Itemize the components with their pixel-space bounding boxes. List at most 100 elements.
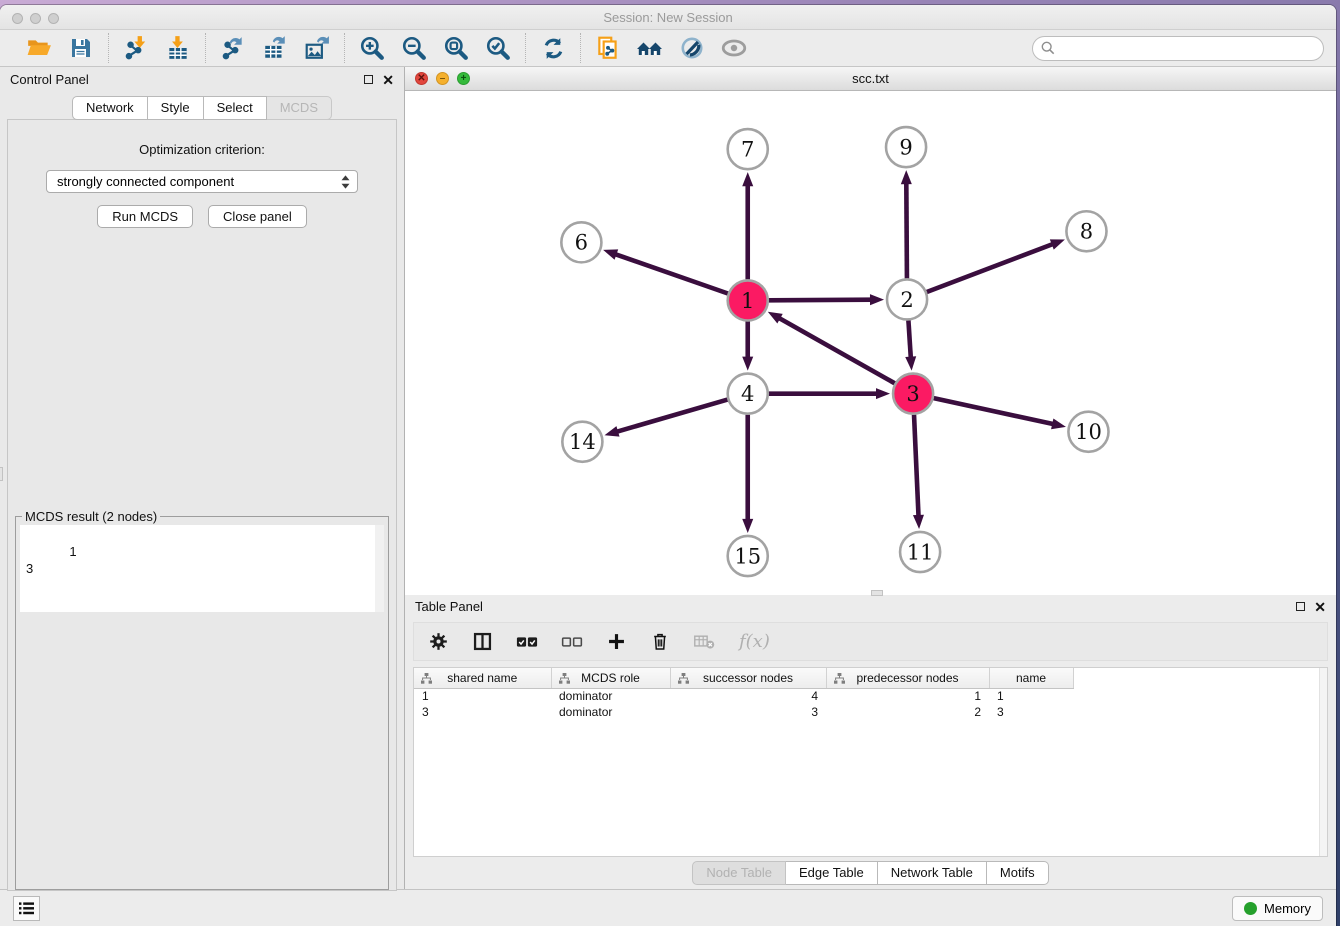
cell-predecessor[interactable]: 2	[826, 704, 989, 720]
network-minimize-button[interactable]: –	[436, 72, 449, 85]
zoom-out-button[interactable]	[400, 34, 428, 62]
close-table-panel-icon[interactable]: ✕	[1314, 602, 1326, 612]
close-window-button[interactable]	[12, 13, 23, 24]
tab-network-table[interactable]: Network Table	[878, 861, 987, 885]
import-network-button[interactable]	[122, 34, 150, 62]
column-header-shared-name[interactable]: shared name	[414, 668, 551, 688]
refresh-button[interactable]	[539, 34, 567, 62]
graph-edge-1-2[interactable]	[769, 300, 872, 301]
table-row[interactable]: 3dominator323	[414, 704, 1073, 720]
graph-edge-4-14[interactable]	[616, 400, 727, 432]
select-stepper-icon	[340, 174, 351, 190]
delete-column-button[interactable]	[650, 631, 670, 652]
graph-edge-2-3[interactable]	[908, 320, 910, 358]
hide-visibility-button[interactable]	[678, 34, 706, 62]
tab-edge-table[interactable]: Edge Table	[786, 861, 878, 885]
graph-node-6[interactable]: 6	[561, 222, 601, 262]
cell-name[interactable]: 1	[989, 688, 1073, 704]
tab-network[interactable]: Network	[72, 96, 148, 120]
task-history-button[interactable]	[13, 896, 40, 921]
close-panel-icon[interactable]: ✕	[382, 75, 394, 85]
graph-node-11[interactable]: 11	[900, 532, 940, 572]
column-header-successor-nodes[interactable]: successor nodes	[670, 668, 826, 688]
search-input[interactable]	[1060, 41, 1315, 55]
graph-edge-1-6[interactable]	[614, 254, 727, 294]
network-maximize-button[interactable]: +	[457, 72, 470, 85]
search-box[interactable]	[1032, 36, 1324, 61]
cell-name[interactable]: 3	[989, 704, 1073, 720]
split-columns-button[interactable]	[472, 631, 493, 652]
float-panel-icon[interactable]	[364, 75, 373, 84]
maximize-window-button[interactable]	[48, 13, 59, 24]
export-image-button[interactable]	[303, 34, 331, 62]
export-network-button[interactable]	[219, 34, 247, 62]
tab-style[interactable]: Style	[148, 96, 204, 120]
graph-edge-2-8[interactable]	[927, 244, 1054, 292]
cell-successor[interactable]: 4	[670, 688, 826, 704]
graph-node-9[interactable]: 9	[886, 127, 926, 167]
delete-table-button[interactable]	[693, 632, 716, 651]
graph-node-2[interactable]: 2	[887, 279, 927, 319]
save-session-button[interactable]	[67, 34, 95, 62]
graph-node-7[interactable]: 7	[728, 129, 768, 169]
search-area	[1032, 36, 1324, 61]
import-table-button[interactable]	[164, 34, 192, 62]
optimization-criterion-select[interactable]: strongly connected component	[46, 170, 358, 193]
zoom-out-icon	[401, 35, 427, 61]
run-mcds-button[interactable]: Run MCDS	[97, 205, 193, 228]
network-graph[interactable]: 7 9 6 8 1 2 4 3 14 10 15 11	[405, 91, 1336, 595]
network-close-button[interactable]: ✕	[415, 72, 428, 85]
table-scrollbar[interactable]	[1319, 668, 1327, 856]
graph-node-8[interactable]: 8	[1066, 211, 1106, 251]
network-canvas[interactable]: 7 9 6 8 1 2 4 3 14 10 15 11	[405, 91, 1336, 595]
graph-edge-2-9[interactable]	[906, 182, 907, 278]
cell-shared_name[interactable]: 3	[414, 704, 551, 720]
zoom-selected-button[interactable]	[484, 34, 512, 62]
export-table-button[interactable]	[261, 34, 289, 62]
graph-node-4[interactable]: 4	[728, 374, 768, 414]
visibility-button[interactable]	[720, 34, 748, 62]
panel-splitter-handle[interactable]	[0, 467, 3, 481]
function-builder-button[interactable]: f(x)	[739, 631, 770, 652]
graph-node-10[interactable]: 10	[1068, 412, 1108, 452]
minimize-window-button[interactable]	[30, 13, 41, 24]
tab-node-table[interactable]: Node Table	[692, 861, 786, 885]
network-splitter-handle[interactable]	[871, 590, 883, 596]
zoom-in-button[interactable]	[358, 34, 386, 62]
cell-shared_name[interactable]: 1	[414, 688, 551, 704]
open-session-button[interactable]	[25, 34, 53, 62]
add-column-icon	[606, 631, 627, 652]
graph-node-3[interactable]: 3	[893, 374, 933, 414]
close-panel-button[interactable]: Close panel	[208, 205, 307, 228]
graph-edge-3-11[interactable]	[914, 415, 919, 517]
result-scrollbar[interactable]	[375, 525, 384, 612]
deselect-all-columns-button[interactable]	[561, 634, 583, 650]
table-row[interactable]: 1dominator411	[414, 688, 1073, 704]
graph-node-1[interactable]: 1	[728, 280, 768, 320]
add-column-button[interactable]	[606, 631, 627, 652]
tab-select[interactable]: Select	[204, 96, 267, 120]
graph-node-14[interactable]: 14	[562, 422, 602, 462]
column-header-predecessor-nodes[interactable]: predecessor nodes	[826, 668, 989, 688]
clone-network-button[interactable]	[594, 34, 622, 62]
memory-button[interactable]: Memory	[1232, 896, 1323, 921]
zoom-fit-button[interactable]	[442, 34, 470, 62]
table-settings-button[interactable]	[428, 631, 449, 652]
float-table-panel-icon[interactable]	[1296, 602, 1305, 611]
home-button[interactable]	[636, 34, 664, 62]
cell-mcds_role[interactable]: dominator	[551, 704, 670, 720]
column-header-name[interactable]: name	[989, 668, 1073, 688]
graph-edge-3-10[interactable]	[934, 398, 1055, 424]
graph-node-15[interactable]: 15	[728, 536, 768, 576]
graph-edge-3-1[interactable]	[778, 318, 894, 384]
select-all-columns-button[interactable]	[516, 634, 538, 650]
control-panel-title: Control Panel	[10, 72, 89, 87]
cell-successor[interactable]: 3	[670, 704, 826, 720]
mcds-result-list[interactable]: 1 3	[20, 525, 384, 612]
column-header-MCDS-role[interactable]: MCDS role	[551, 668, 670, 688]
tab-motifs[interactable]: Motifs	[987, 861, 1049, 885]
tab-mcds[interactable]: MCDS	[267, 96, 332, 120]
cell-predecessor[interactable]: 1	[826, 688, 989, 704]
cell-mcds_role[interactable]: dominator	[551, 688, 670, 704]
graph-edge-arrowhead	[768, 312, 783, 324]
